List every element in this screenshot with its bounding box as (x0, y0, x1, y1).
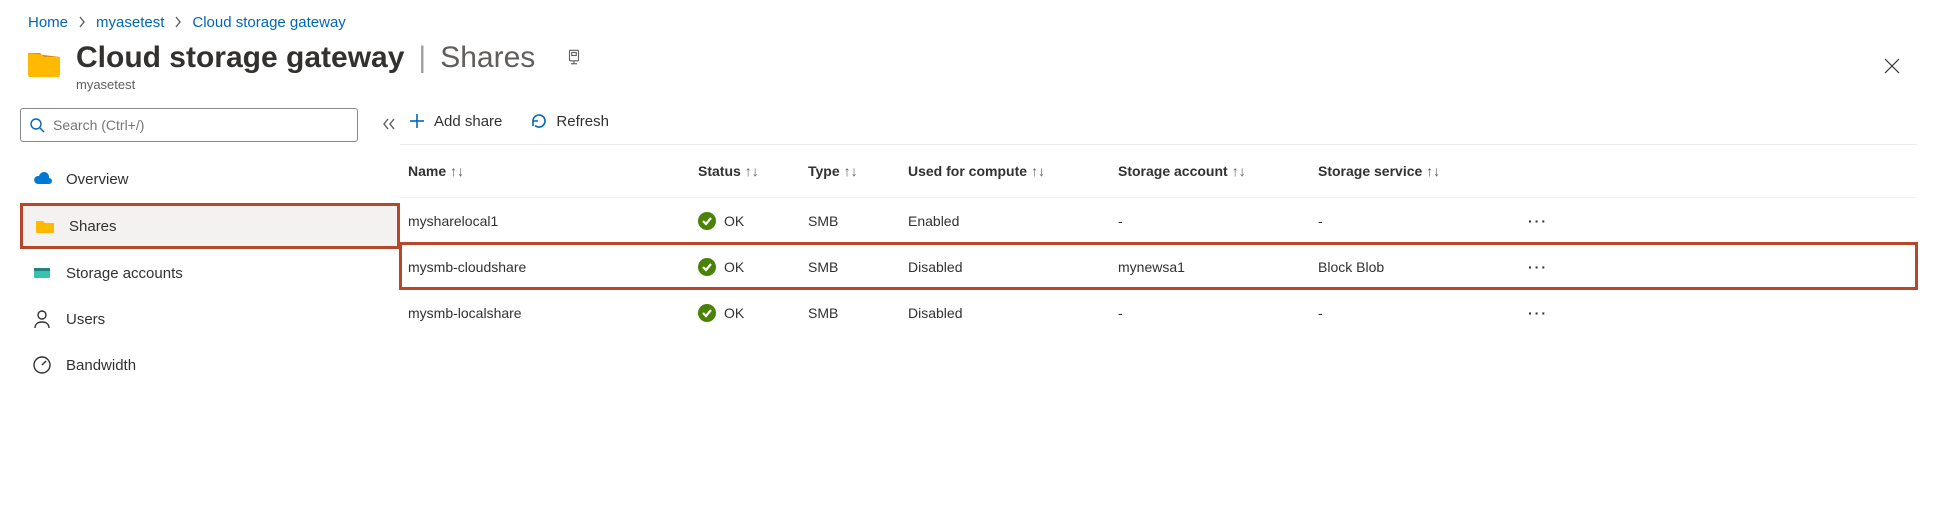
collapse-sidebar-button[interactable] (378, 113, 400, 138)
shares-table: Name↑↓ Status↑↓ Type↑↓ Used for compute↑… (400, 145, 1917, 335)
table-header: Name↑↓ Status↑↓ Type↑↓ Used for compute↑… (400, 145, 1917, 197)
sort-icon: ↑↓ (745, 163, 759, 179)
status-ok-icon (698, 258, 716, 276)
status-ok-icon (698, 212, 716, 230)
page-subtitle: myasetest (76, 77, 583, 92)
search-icon (29, 117, 45, 133)
toolbar: Add share Refresh (400, 108, 1917, 145)
row-more-button[interactable]: ··· (1508, 305, 1548, 321)
plus-icon (408, 112, 426, 130)
sidebar-item-label: Bandwidth (66, 357, 136, 374)
row-more-button[interactable]: ··· (1508, 259, 1548, 275)
search-input[interactable] (51, 116, 349, 134)
col-status[interactable]: Status↑↓ (698, 163, 808, 179)
col-name[interactable]: Name↑↓ (408, 163, 698, 179)
cell-name: mysmb-cloudshare (408, 259, 698, 275)
col-service[interactable]: Storage service↑↓ (1318, 163, 1508, 179)
refresh-button[interactable]: Refresh (530, 112, 609, 130)
page-section: Shares (440, 41, 535, 75)
gauge-icon (32, 355, 52, 375)
sort-icon: ↑↓ (450, 163, 464, 179)
sidebar-item-label: Storage accounts (66, 265, 183, 282)
table-row[interactable]: mysmb-cloudshareOKSMBDisabledmynewsa1Blo… (400, 243, 1917, 289)
breadcrumb-gateway[interactable]: Cloud storage gateway (192, 14, 345, 31)
sort-icon: ↑↓ (844, 163, 858, 179)
col-compute[interactable]: Used for compute↑↓ (908, 163, 1118, 179)
cell-status: OK (698, 304, 808, 322)
page-title: Cloud storage gateway (76, 41, 404, 75)
chevron-right-icon (174, 15, 182, 31)
cell-status: OK (698, 212, 808, 230)
sidebar-item-storage-accounts[interactable]: Storage accounts (20, 250, 400, 296)
cell-service: Block Blob (1318, 259, 1508, 275)
cell-type: SMB (808, 259, 908, 275)
storage-icon (32, 263, 52, 283)
sidebar-item-label: Users (66, 311, 105, 328)
sort-icon: ↑↓ (1232, 163, 1246, 179)
sort-icon: ↑↓ (1031, 163, 1045, 179)
cell-status: OK (698, 258, 808, 276)
table-row[interactable]: mysharelocal1OKSMBEnabled--··· (400, 197, 1917, 243)
sidebar-item-bandwidth[interactable]: Bandwidth (20, 342, 400, 388)
cell-type: SMB (808, 305, 908, 321)
page-header: Cloud storage gateway | Shares myasetest (20, 41, 1917, 102)
sidebar-nav: Overview Shares Storage accounts Users Bandw… (20, 156, 400, 388)
close-button[interactable] (1877, 51, 1907, 84)
sidebar-item-label: Overview (66, 171, 129, 188)
cloud-icon (32, 169, 52, 189)
folder-icon (35, 216, 55, 236)
sidebar-item-shares[interactable]: Shares (20, 203, 400, 249)
sidebar-item-label: Shares (69, 218, 117, 235)
cell-account: mynewsa1 (1118, 259, 1318, 275)
user-icon (32, 309, 52, 329)
chevron-right-icon (78, 15, 86, 31)
cell-service: - (1318, 305, 1508, 321)
sidebar-item-overview[interactable]: Overview (20, 156, 400, 202)
cell-account: - (1118, 305, 1318, 321)
cell-name: mysmb-localshare (408, 305, 698, 321)
refresh-icon (530, 112, 548, 130)
add-share-button[interactable]: Add share (408, 112, 502, 130)
cell-account: - (1118, 213, 1318, 229)
col-account[interactable]: Storage account↑↓ (1118, 163, 1318, 179)
cell-compute: Disabled (908, 305, 1118, 321)
row-more-button[interactable]: ··· (1508, 213, 1548, 229)
breadcrumb-home[interactable]: Home (28, 14, 68, 31)
cell-service: - (1318, 213, 1508, 229)
sidebar-item-users[interactable]: Users (20, 296, 400, 342)
folder-icon (26, 47, 62, 79)
cell-compute: Enabled (908, 213, 1118, 229)
cell-compute: Disabled (908, 259, 1118, 275)
search-input-wrapper[interactable] (20, 108, 358, 142)
cell-type: SMB (808, 213, 908, 229)
sidebar: Overview Shares Storage accounts Users Bandw… (20, 102, 400, 388)
sort-icon: ↑↓ (1426, 163, 1440, 179)
breadcrumb-resource[interactable]: myasetest (96, 14, 164, 31)
cell-name: mysharelocal1 (408, 213, 698, 229)
status-ok-icon (698, 304, 716, 322)
table-row[interactable]: mysmb-localshareOKSMBDisabled--··· (400, 289, 1917, 335)
breadcrumb: Home myasetest Cloud storage gateway (20, 10, 1917, 41)
pin-icon[interactable] (565, 48, 583, 69)
col-type[interactable]: Type↑↓ (808, 163, 908, 179)
